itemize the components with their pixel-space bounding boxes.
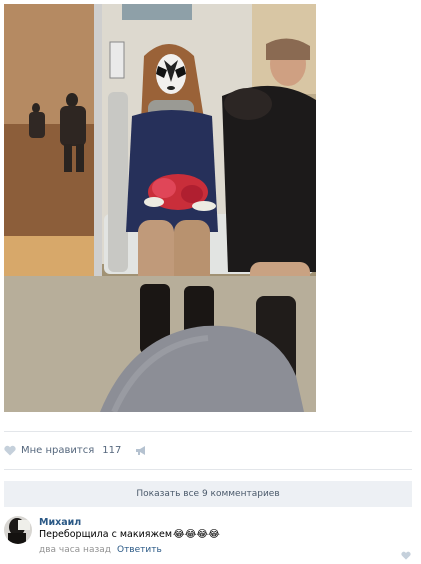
post-photo-image [4,4,316,412]
like-label: Мне нравится [21,444,95,456]
laughing-emoji-icon: 😂😂😂😂 [173,529,220,540]
post-actions: Мне нравится 117 [4,441,147,459]
show-all-comments-button[interactable]: Показать все 9 комментариев [4,481,412,507]
heart-icon [4,441,16,460]
like-button[interactable]: Мне нравится 117 [4,441,121,460]
reply-button[interactable]: Ответить [117,545,162,555]
comment-meta: два часа назад Ответить [39,545,162,555]
avatar[interactable] [4,516,32,544]
comment-author[interactable]: Михаил [39,517,81,528]
megaphone-icon[interactable] [135,441,147,460]
avatar-image [4,516,32,544]
post-photo[interactable] [4,4,316,412]
divider [4,431,412,432]
comment-time[interactable]: два часа назад [39,545,111,555]
comment-body: Переборщила с макияжем [39,529,173,540]
like-count: 117 [102,444,122,456]
comment-like-icon[interactable] [401,545,411,564]
divider [4,469,412,470]
comment-text: Переборщила с макияжем 😂😂😂😂 [39,529,220,540]
